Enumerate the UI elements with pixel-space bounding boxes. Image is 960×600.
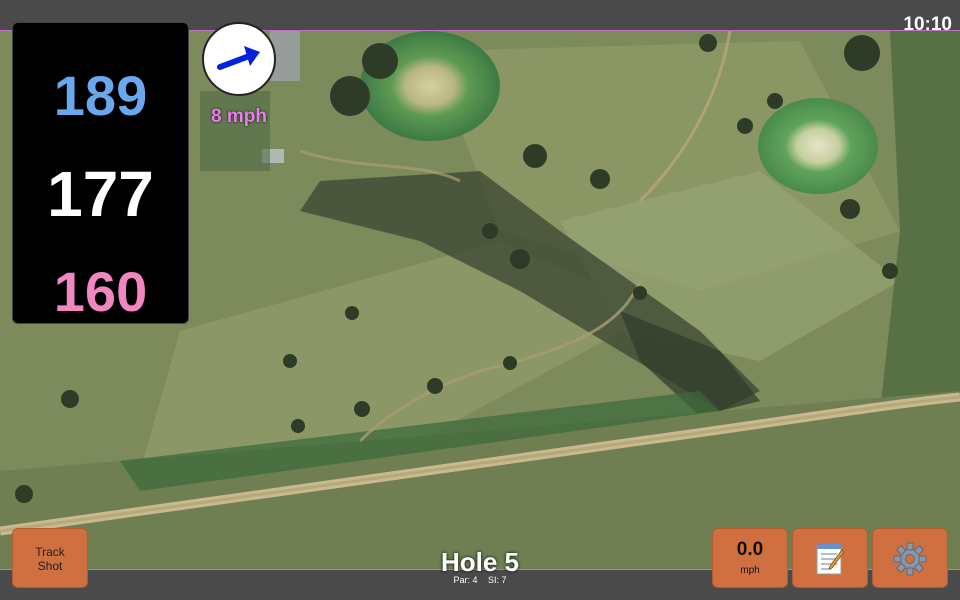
clock: 10:10 (903, 14, 952, 35)
hole-details: Par: 4 SI: 7 (380, 575, 580, 585)
hole-info: Hole 5 Par: 4 SI: 7 (380, 548, 580, 585)
hole-stroke-index: SI: 7 (488, 575, 507, 585)
back-distance: 189 (53, 64, 148, 127)
distance-panel: 189 177 160 (12, 22, 189, 324)
front-distance: 160 (53, 260, 148, 323)
speed-button[interactable]: 0.0 mph (712, 528, 788, 588)
track-shot-button[interactable]: Track Shot (12, 528, 88, 588)
wind-speed: 8 mph (211, 106, 267, 127)
track-shot-label-line2: Shot (37, 559, 63, 573)
wind-direction-indicator (202, 22, 276, 96)
speed-value: 0.0 (736, 539, 764, 560)
gear-icon (893, 542, 927, 576)
notepad-icon (816, 544, 845, 575)
settings-button[interactable] (872, 528, 948, 588)
arrow-northeast-icon (217, 46, 260, 70)
middle-distance: 177 (47, 158, 154, 230)
track-shot-label-line1: Track (35, 545, 65, 559)
speed-unit: mph (740, 565, 760, 576)
hole-par: Par: 4 (453, 575, 478, 585)
hole-title: Hole 5 (440, 547, 520, 577)
notes-button[interactable] (792, 528, 868, 588)
